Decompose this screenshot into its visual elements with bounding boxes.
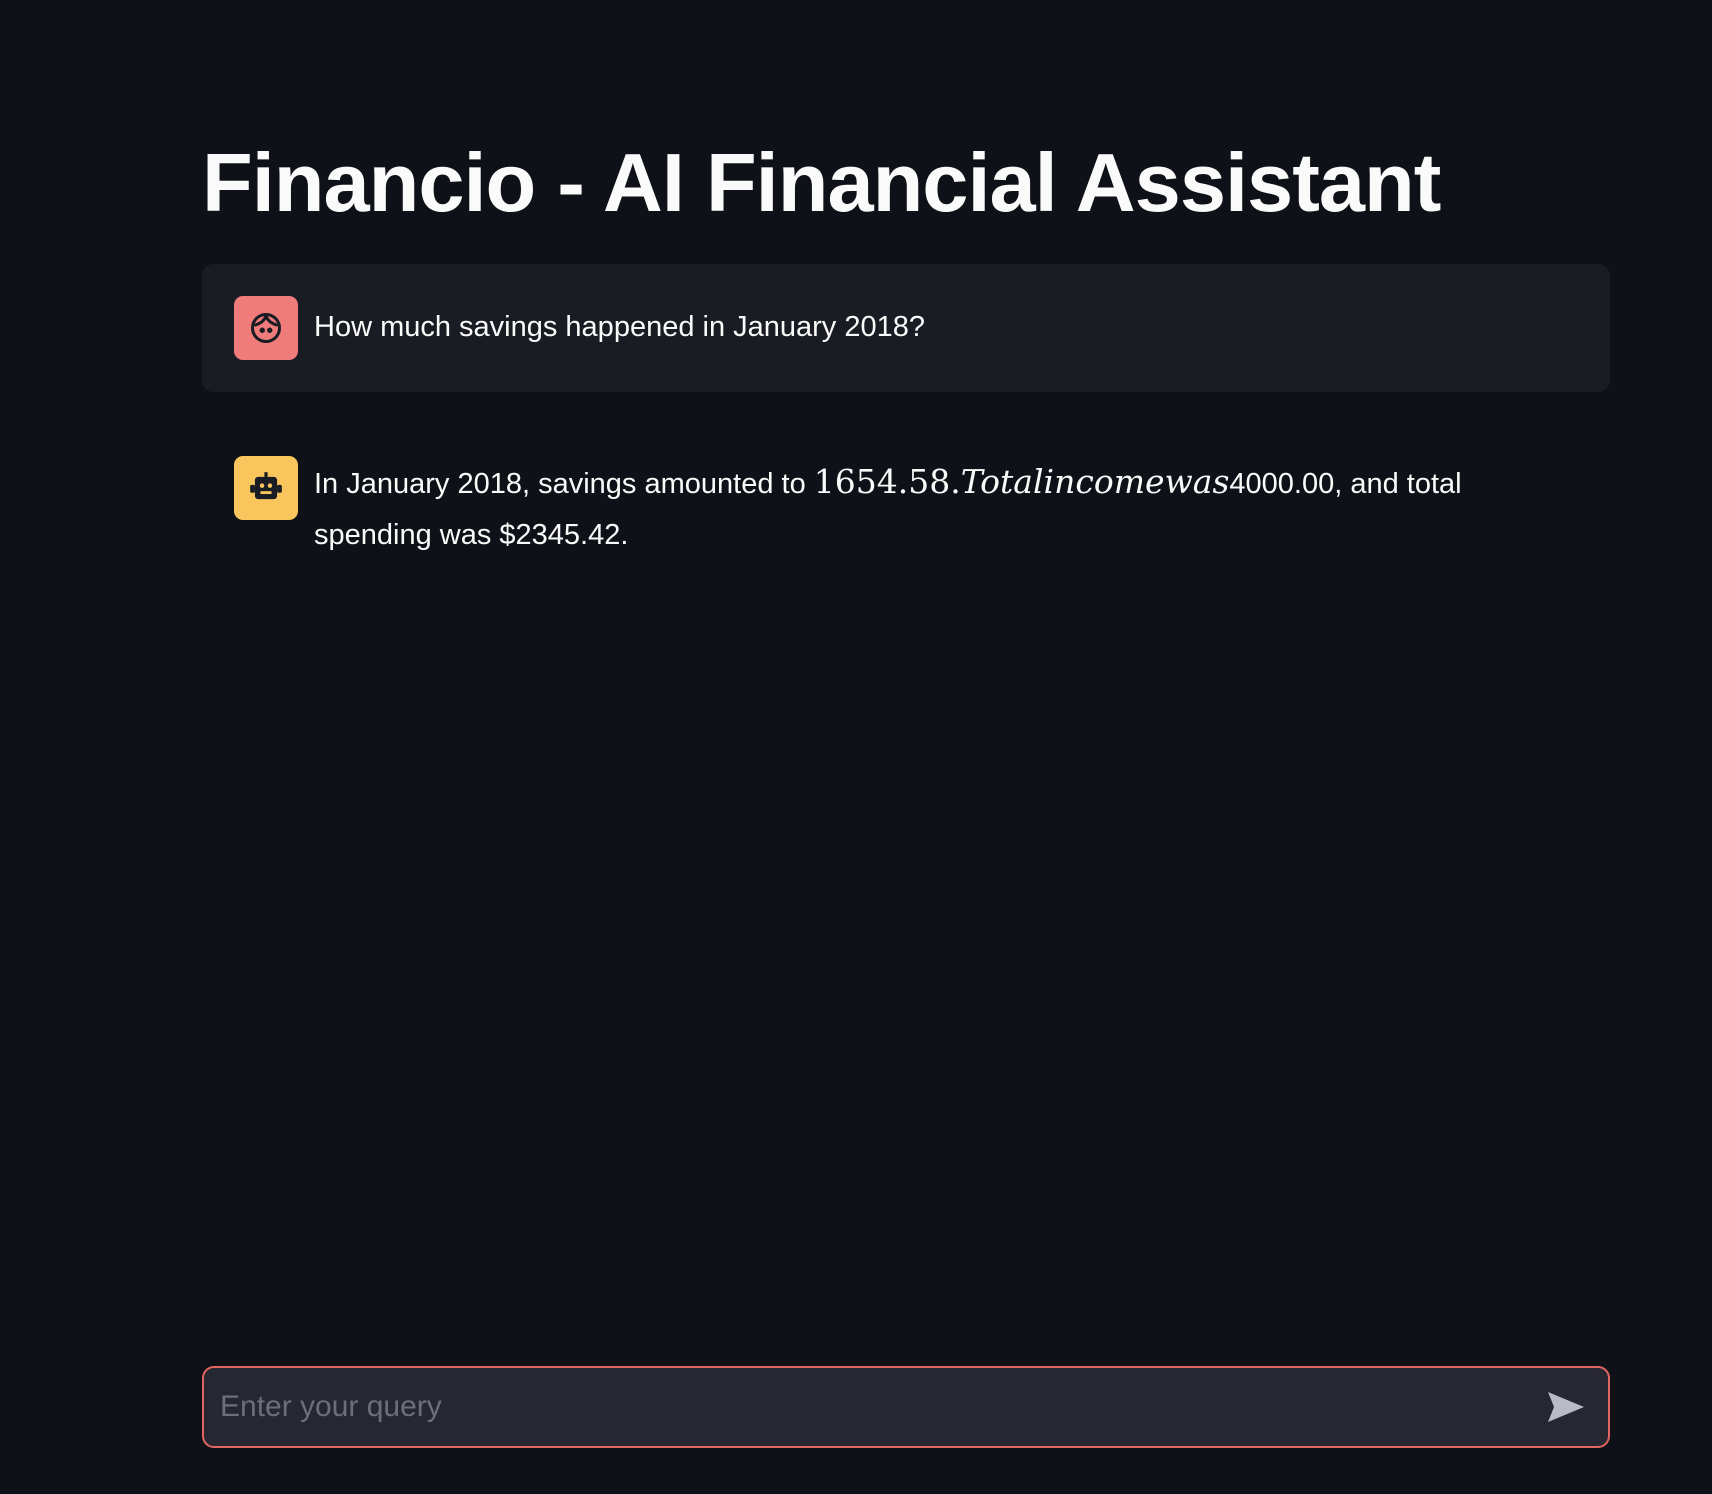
user-avatar <box>234 296 298 360</box>
user-message-text: How much savings happened in January 201… <box>314 311 926 343</box>
assistant-avatar <box>234 456 298 520</box>
chat-message-assistant: In January 2018, savings amounted to 165… <box>202 422 1610 593</box>
assistant-text-part: In January 2018, savings amounted to <box>314 468 814 500</box>
send-icon <box>1548 1392 1584 1422</box>
chat-input-container <box>202 1366 1610 1448</box>
send-button[interactable] <box>1534 1375 1598 1439</box>
robot-icon <box>250 472 282 500</box>
user-face-icon <box>251 313 281 343</box>
math-number: 1654.58. <box>813 462 961 501</box>
assistant-message-text: In January 2018, savings amounted to 165… <box>314 456 1578 561</box>
page-title: Financio - AI Financial Assistant <box>202 136 1441 229</box>
app-main: Financio - AI Financial Assistant How mu… <box>0 0 1712 1494</box>
query-input[interactable] <box>204 1368 1534 1446</box>
assistant-math-fragment: 1654.58.Totalincomewas <box>814 462 1230 501</box>
chat-message-user: How much savings happened in January 201… <box>202 264 1610 392</box>
math-text: Totalincomewas <box>960 462 1230 501</box>
